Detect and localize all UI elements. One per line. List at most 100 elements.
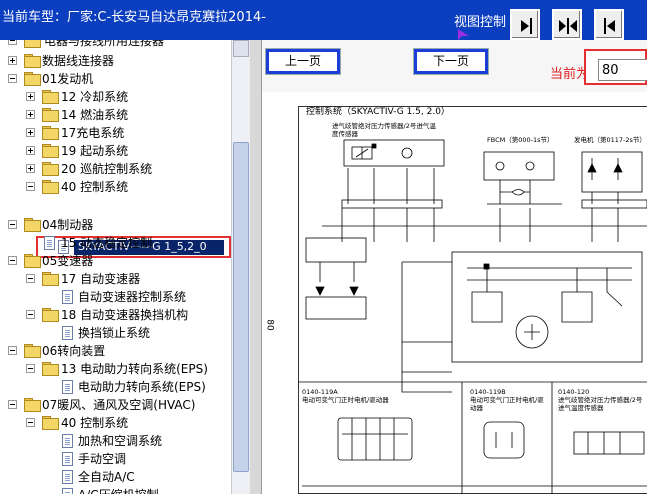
tree-label: 电器与接线所用连接器 xyxy=(44,40,165,48)
document-icon xyxy=(62,326,73,340)
folder-open-icon xyxy=(42,180,59,194)
folder-open-icon xyxy=(42,308,59,322)
tree-node-transmission[interactable]: 05变速器 xyxy=(0,252,231,270)
tree-node-eps-doc[interactable]: 电动助力转向系统(EPS) xyxy=(0,378,231,396)
tree-node-manual-ac[interactable]: 手动空调 xyxy=(0,450,231,468)
collapse-toggle-icon[interactable] xyxy=(26,418,35,427)
collapse-toggle-icon[interactable] xyxy=(26,182,35,191)
next-page-button[interactable]: 下一页 xyxy=(413,48,489,75)
title-bar: 当前车型：厂家:C-长安马自达昂克赛拉2014- 视图控制 xyxy=(0,0,647,40)
tree-node-charging[interactable]: 17充电系统 xyxy=(0,124,231,142)
tree-label: 加热和空调系统 xyxy=(78,434,163,448)
tree-node-shift-mechanism[interactable]: 18 自动变速器换挡机构 xyxy=(0,306,231,324)
schematic-lines xyxy=(298,139,647,494)
tree-node-fuel[interactable]: 14 燃油系统 xyxy=(0,106,231,124)
folder-icon xyxy=(24,54,41,68)
tree-label: 数据线连接器 xyxy=(42,54,115,68)
app-window: 当前车型：厂家:C-长安马自达昂克赛拉2014- 视图控制 电器与接线所用连接器… xyxy=(0,0,647,494)
tree-label: 换挡锁止系统 xyxy=(78,326,151,340)
collapse-toggle-icon[interactable] xyxy=(8,256,17,265)
page-toolbar: 上一页 下一页 当前为 xyxy=(262,40,647,92)
collapse-toggle-icon[interactable] xyxy=(26,364,35,373)
folder-open-icon xyxy=(42,272,59,286)
tree-label: 20 巡航控制系统 xyxy=(61,162,153,176)
expand-toggle-icon[interactable] xyxy=(26,110,35,119)
tree-label: 15 动态稳定控制 xyxy=(61,236,153,250)
tree-label: 17 自动变速器 xyxy=(61,272,141,286)
folder-icon xyxy=(42,162,59,176)
tree-node-data-connectors[interactable]: 数据线连接器 xyxy=(0,52,231,70)
collapse-toggle-icon[interactable] xyxy=(8,40,17,45)
tree-label: 40 控制系统 xyxy=(61,180,129,194)
expand-toggle-icon[interactable] xyxy=(26,146,35,155)
folder-open-icon xyxy=(24,254,41,268)
expand-toggle-icon[interactable] xyxy=(26,164,35,173)
folder-open-icon xyxy=(24,218,41,232)
document-icon xyxy=(62,470,73,484)
tree-node-hvac-control[interactable]: 40 控制系统 xyxy=(0,414,231,432)
expand-toggle-icon[interactable] xyxy=(26,128,35,137)
collapse-toggle-icon[interactable] xyxy=(26,274,35,283)
expand-toggle-icon[interactable] xyxy=(26,92,35,101)
tree-label: 自动变速器控制系统 xyxy=(78,290,187,304)
tree-node-cooling[interactable]: 12 冷却系统 xyxy=(0,88,231,106)
tree-label: 12 冷却系统 xyxy=(61,90,129,104)
collapse-right-button[interactable] xyxy=(594,9,624,40)
tree-label: 手动空调 xyxy=(78,452,127,466)
tree-node-shift-lock[interactable]: 换挡锁止系统 xyxy=(0,324,231,342)
tree-label: 40 控制系统 xyxy=(61,416,129,430)
catalog-tree: 电器与接线所用连接器 数据线连接器 01发动机 12 冷却系统 14 燃油系统 … xyxy=(0,40,231,494)
folder-open-icon xyxy=(42,362,59,376)
tree-label: 05变速器 xyxy=(42,254,94,268)
tree-node-hvac[interactable]: 07暖风、通风及空调(HVAC) xyxy=(0,396,231,414)
collapse-toggle-icon[interactable] xyxy=(8,400,17,409)
tree-node-connectors[interactable]: 电器与接线所用连接器 xyxy=(0,40,231,50)
tree-node-eps[interactable]: 13 电动助力转向系统(EPS) xyxy=(0,360,231,378)
tree-node-dsc[interactable]: 15 动态稳定控制 xyxy=(0,234,231,252)
panel-splitter[interactable] xyxy=(249,40,262,494)
tree-scrollbar[interactable] xyxy=(231,40,249,494)
document-icon xyxy=(62,488,73,494)
tree-node-auto-trans[interactable]: 17 自动变速器 xyxy=(0,270,231,288)
collapse-toggle-icon[interactable] xyxy=(26,310,35,319)
folder-open-icon xyxy=(24,398,41,412)
arrow-right-bar-icon xyxy=(521,18,532,34)
document-icon xyxy=(62,434,73,448)
tree-label: 06转向装置 xyxy=(42,344,106,358)
folder-open-icon xyxy=(24,72,41,86)
tree-node-compressor[interactable]: A/C压缩机控制 xyxy=(0,486,231,494)
tree-node-brakes[interactable]: 04制动器 xyxy=(0,216,231,234)
tree-label: 01发动机 xyxy=(42,72,94,86)
tree-label: 18 自动变速器换挡机构 xyxy=(61,308,189,322)
wiring-diagram: 80 控制系统（SKYACTIV-G 1.5, 2.0） 进气歧管绝对压力传感器… xyxy=(262,92,647,494)
folder-icon xyxy=(42,108,59,122)
folder-open-icon xyxy=(42,416,59,430)
prev-page-button[interactable]: 上一页 xyxy=(265,48,341,75)
document-icon xyxy=(44,236,55,250)
folder-open-icon xyxy=(24,344,41,358)
tree-label: 14 燃油系统 xyxy=(61,108,129,122)
tree-node-at-control[interactable]: 自动变速器控制系统 xyxy=(0,288,231,306)
arrow-left-bar-icon xyxy=(604,18,615,34)
document-icon xyxy=(62,380,73,394)
scroll-thumb[interactable] xyxy=(233,142,249,472)
split-view-button[interactable] xyxy=(552,9,582,40)
collapse-toggle-icon[interactable] xyxy=(8,346,17,355)
current-page-box xyxy=(584,49,647,85)
tree-label: 19 起动系统 xyxy=(61,144,129,158)
tree-node-heating-ac[interactable]: 加热和空调系统 xyxy=(0,432,231,450)
scroll-up-button[interactable] xyxy=(233,40,249,57)
tree-node-control-system[interactable]: 40 控制系统 xyxy=(0,178,231,196)
tree-node-steering[interactable]: 06转向装置 xyxy=(0,342,231,360)
tree-node-cruise[interactable]: 20 巡航控制系统 xyxy=(0,160,231,178)
collapse-left-button[interactable] xyxy=(510,9,540,40)
collapse-toggle-icon[interactable] xyxy=(8,74,17,83)
tree-node-starting[interactable]: 19 起动系统 xyxy=(0,142,231,160)
expand-toggle-icon[interactable] xyxy=(8,56,17,65)
tree-node-auto-ac[interactable]: 全自动A/C xyxy=(0,468,231,486)
folder-icon xyxy=(42,126,59,140)
collapse-toggle-icon[interactable] xyxy=(8,220,17,229)
document-icon xyxy=(62,452,73,466)
current-page-input[interactable] xyxy=(598,59,647,81)
tree-node-engine[interactable]: 01发动机 xyxy=(0,70,231,88)
